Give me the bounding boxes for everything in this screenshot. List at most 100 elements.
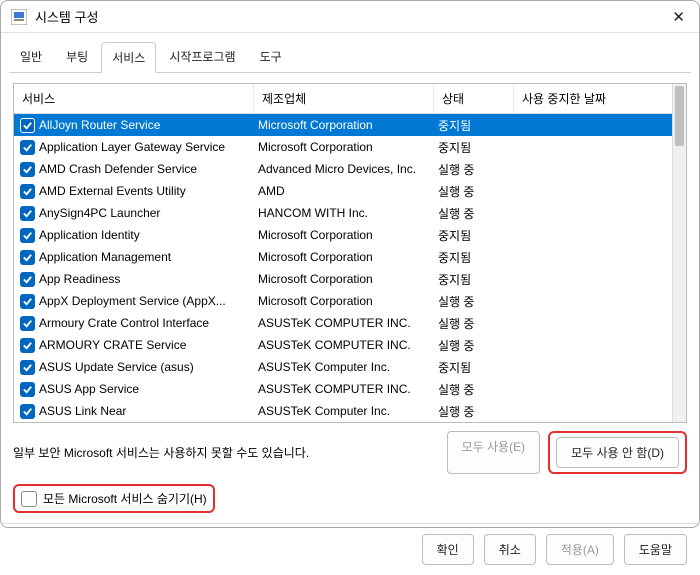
row-checkbox[interactable] — [20, 294, 35, 309]
row-checkbox[interactable] — [20, 118, 35, 133]
scrollbar-thumb[interactable] — [675, 86, 684, 146]
app-icon — [11, 9, 27, 25]
service-name: App Readiness — [39, 272, 120, 286]
table-row[interactable]: ASUS Link Near ASUSTeK Computer Inc.실행 중 — [14, 400, 686, 422]
manufacturer-name: Advanced Micro Devices, Inc. — [254, 162, 434, 176]
table-row[interactable]: Application Management Microsoft Corporat… — [14, 246, 686, 268]
row-checkbox[interactable] — [20, 228, 35, 243]
service-name: Application Identity — [39, 228, 140, 242]
security-notice: 일부 보안 Microsoft 서비스는 사용하지 못할 수도 있습니다. — [13, 444, 309, 461]
service-status: 중지됨 — [434, 249, 514, 266]
listview-body: AllJoyn Router Service Microsoft Corporat… — [14, 114, 686, 422]
service-name: ASUS App Service — [39, 382, 139, 396]
manufacturer-name: Microsoft Corporation — [254, 250, 434, 264]
manufacturer-name: HANCOM WITH Inc. — [254, 206, 434, 220]
services-listview[interactable]: 서비스 제조업체 상태 사용 중지한 날짜 AllJoyn Router Ser… — [13, 83, 687, 423]
disable-all-button[interactable]: 모두 사용 안 함(D) — [556, 437, 679, 468]
tab-4[interactable]: 도구 — [249, 41, 293, 72]
row-checkbox[interactable] — [20, 206, 35, 221]
row-checkbox[interactable] — [20, 184, 35, 199]
service-name: AllJoyn Router Service — [39, 118, 160, 132]
help-button[interactable]: 도움말 — [624, 534, 687, 565]
col-service[interactable]: 서비스 — [14, 84, 254, 113]
vertical-scrollbar[interactable] — [672, 84, 686, 422]
manufacturer-name: ASUSTeK COMPUTER INC. — [254, 338, 434, 352]
service-status: 중지됨 — [434, 271, 514, 288]
service-name: AMD External Events Utility — [39, 184, 186, 198]
tab-2[interactable]: 서비스 — [101, 42, 156, 73]
tab-3[interactable]: 시작프로그램 — [158, 41, 246, 72]
hide-ms-checkbox[interactable] — [21, 491, 37, 507]
hide-ms-label: 모든 Microsoft 서비스 숨기기(H) — [43, 490, 207, 507]
table-row[interactable]: Application Layer Gateway Service Microso… — [14, 136, 686, 158]
table-row[interactable]: AnySign4PC Launcher HANCOM WITH Inc.실행 중 — [14, 202, 686, 224]
service-status: 실행 중 — [434, 205, 514, 222]
service-status: 실행 중 — [434, 183, 514, 200]
col-status[interactable]: 상태 — [434, 84, 514, 113]
service-status: 중지됨 — [434, 359, 514, 376]
highlight-hide-ms: 모든 Microsoft 서비스 숨기기(H) — [13, 484, 215, 513]
tab-0[interactable]: 일반 — [9, 41, 53, 72]
manufacturer-name: ASUSTeK Computer Inc. — [254, 360, 434, 374]
manufacturer-name: Microsoft Corporation — [254, 272, 434, 286]
table-row[interactable]: AMD Crash Defender Service Advanced Micro… — [14, 158, 686, 180]
listview-header: 서비스 제조업체 상태 사용 중지한 날짜 — [14, 84, 686, 114]
manufacturer-name: ASUSTeK COMPUTER INC. — [254, 316, 434, 330]
table-row[interactable]: App Readiness Microsoft Corporation중지됨 — [14, 268, 686, 290]
service-name: ARMOURY CRATE Service — [39, 338, 186, 352]
service-status: 중지됨 — [434, 139, 514, 156]
col-manufacturer[interactable]: 제조업체 — [254, 84, 434, 113]
service-name: Application Management — [39, 250, 171, 264]
service-name: AnySign4PC Launcher — [39, 206, 160, 220]
row-checkbox[interactable] — [20, 404, 35, 419]
cancel-button[interactable]: 취소 — [484, 534, 536, 565]
manufacturer-name: ASUSTeK Computer Inc. — [254, 404, 434, 418]
table-row[interactable]: AppX Deployment Service (AppX... Microsof… — [14, 290, 686, 312]
highlight-disable-all: 모두 사용 안 함(D) — [548, 431, 687, 474]
table-row[interactable]: Armoury Crate Control InterfaceASUSTeK C… — [14, 312, 686, 334]
service-status: 중지됨 — [434, 227, 514, 244]
table-row[interactable]: ASUS App Service ASUSTeK COMPUTER INC.실행 … — [14, 378, 686, 400]
manufacturer-name: Microsoft Corporation — [254, 140, 434, 154]
service-status: 중지됨 — [434, 117, 514, 134]
row-checkbox[interactable] — [20, 360, 35, 375]
manufacturer-name: Microsoft Corporation — [254, 118, 434, 132]
table-row[interactable]: ASUS Update Service (asus) ASUSTeK Comput… — [14, 356, 686, 378]
dialog-footer: 확인 취소 적용(A) 도움말 — [1, 523, 699, 575]
service-name: AMD Crash Defender Service — [39, 162, 197, 176]
row-checkbox[interactable] — [20, 338, 35, 353]
service-name: ASUS Update Service (asus) — [39, 360, 194, 374]
window-title: 시스템 구성 — [35, 7, 668, 26]
row-checkbox[interactable] — [20, 140, 35, 155]
service-status: 실행 중 — [434, 315, 514, 332]
table-row[interactable]: AMD External Events Utility AMD실행 중 — [14, 180, 686, 202]
service-name: AppX Deployment Service (AppX... — [39, 294, 226, 308]
apply-button[interactable]: 적용(A) — [546, 534, 614, 565]
tab-1[interactable]: 부팅 — [55, 41, 99, 72]
service-status: 실행 중 — [434, 293, 514, 310]
manufacturer-name: ASUSTeK COMPUTER INC. — [254, 382, 434, 396]
manufacturer-name: Microsoft Corporation — [254, 228, 434, 242]
hide-ms-row: 모든 Microsoft 서비스 숨기기(H) — [13, 484, 687, 513]
table-row[interactable]: ARMOURY CRATE Service ASUSTeK COMPUTER IN… — [14, 334, 686, 356]
row-checkbox[interactable] — [20, 250, 35, 265]
manufacturer-name: AMD — [254, 184, 434, 198]
msconfig-window: 시스템 구성 ✕ 일반부팅서비스시작프로그램도구 서비스 제조업체 상태 사용 … — [0, 0, 700, 528]
row-checkbox[interactable] — [20, 162, 35, 177]
close-icon[interactable]: ✕ — [668, 8, 689, 26]
tabstrip: 일반부팅서비스시작프로그램도구 — [1, 33, 699, 72]
row-checkbox[interactable] — [20, 316, 35, 331]
manufacturer-name: Microsoft Corporation — [254, 294, 434, 308]
row-checkbox[interactable] — [20, 382, 35, 397]
service-name: ASUS Link Near — [39, 404, 126, 418]
row-checkbox[interactable] — [20, 272, 35, 287]
service-status: 실행 중 — [434, 403, 514, 420]
table-row[interactable]: Application Identity Microsoft Corporatio… — [14, 224, 686, 246]
service-name: Application Layer Gateway Service — [39, 140, 225, 154]
service-status: 실행 중 — [434, 381, 514, 398]
table-row[interactable]: AllJoyn Router Service Microsoft Corporat… — [14, 114, 686, 136]
enable-all-button[interactable]: 모두 사용(E) — [447, 431, 541, 474]
ok-button[interactable]: 확인 — [422, 534, 474, 565]
tab-content-services: 서비스 제조업체 상태 사용 중지한 날짜 AllJoyn Router Ser… — [1, 73, 699, 523]
col-disabled-date[interactable]: 사용 중지한 날짜 — [514, 84, 686, 113]
